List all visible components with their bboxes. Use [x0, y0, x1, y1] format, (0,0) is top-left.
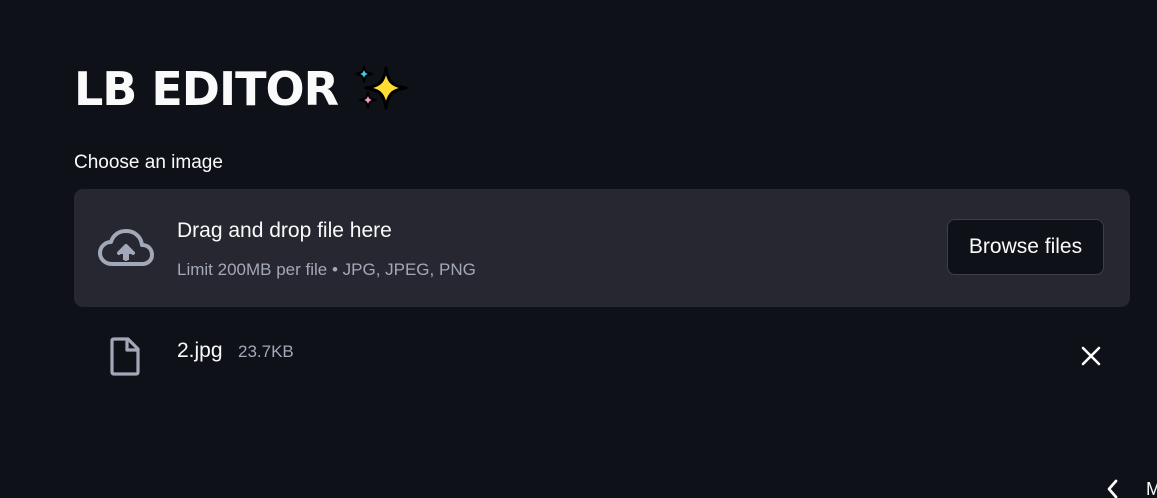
- dropzone-instructions: Drag and drop file here: [177, 219, 392, 242]
- uploader-label: Choose an image: [74, 152, 223, 173]
- uploaded-file-size: 23.7KB: [238, 342, 294, 361]
- uploaded-file-row: 2.jpg 23.7KB: [74, 330, 1130, 380]
- pagination: M: [1102, 478, 1157, 498]
- page-title-text: LB EDITOR: [74, 62, 339, 116]
- cloud-upload-icon: [98, 228, 154, 268]
- close-icon: [1074, 346, 1108, 376]
- pagination-partial-label: M: [1146, 478, 1157, 498]
- browse-files-button[interactable]: Browse files: [947, 219, 1104, 275]
- page-title: LB EDITOR: [74, 56, 412, 122]
- file-dropzone[interactable]: Drag and drop file here Limit 200MB per …: [74, 189, 1130, 307]
- dropzone-limit-text: Limit 200MB per file • JPG, JPEG, PNG: [177, 260, 476, 279]
- uploaded-file-name: 2.jpg: [177, 339, 223, 362]
- file-icon: [108, 336, 142, 376]
- remove-file-button[interactable]: [1074, 339, 1108, 373]
- app-root: LB EDITOR Choose an image Drag and drop …: [0, 0, 1157, 498]
- chevron-left-icon[interactable]: [1102, 478, 1124, 498]
- sparkles-icon: [350, 58, 412, 120]
